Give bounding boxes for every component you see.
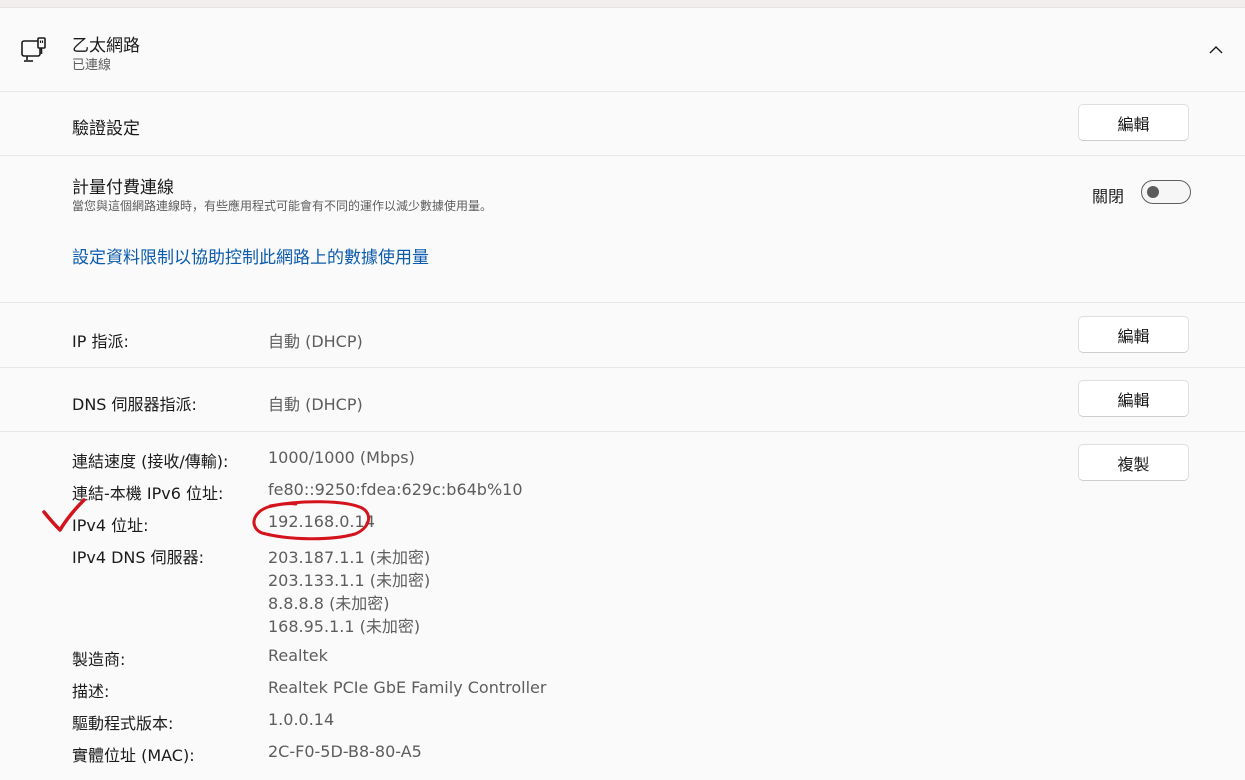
property-value: 2C-F0-5D-B8-80-A5 — [268, 742, 422, 761]
property-label: IPv4 DNS 伺服器: — [72, 548, 205, 567]
copy-button[interactable]: 複製 — [1078, 444, 1189, 481]
auth-edit-button[interactable]: 編輯 — [1078, 104, 1189, 141]
property-value: 203.133.1.1 (未加密) — [268, 571, 431, 590]
property-value: 1000/1000 (Mbps) — [268, 448, 415, 467]
divider — [0, 91, 1245, 92]
data-limit-link[interactable]: 設定資料限制以協助控制此網路上的數據使用量 — [72, 243, 429, 268]
metered-toggle[interactable] — [1141, 180, 1191, 204]
toggle-knob — [1147, 186, 1159, 198]
ethernet-title: 乙太網路 — [72, 36, 140, 56]
property-value: 1.0.0.14 — [268, 710, 335, 729]
property-label: IPv4 位址: — [72, 516, 149, 535]
property-label: 實體位址 (MAC): — [72, 746, 195, 765]
metered-connection-title: 計量付費連線 — [72, 178, 174, 198]
divider — [0, 155, 1245, 156]
property-label: 製造商: — [72, 650, 126, 669]
connection-status: 已連線 — [72, 58, 112, 73]
ipv4-address-value: 192.168.0.14 — [268, 512, 375, 531]
auth-settings-label: 驗證設定 — [72, 119, 140, 139]
property-label: 描述: — [72, 682, 110, 701]
ip-assignment-value: 自動 (DHCP) — [268, 332, 363, 351]
metered-connection-description: 當您與這個網路連線時，有些應用程式可能會有不同的運作以減少數據使用量。 — [72, 199, 493, 213]
metered-toggle-label: 關閉 — [1092, 187, 1125, 206]
divider — [0, 431, 1245, 432]
dns-assignment-label: DNS 伺服器指派: — [72, 395, 197, 414]
property-value: Realtek — [268, 646, 328, 665]
dns-assignment-value: 自動 (DHCP) — [268, 395, 363, 414]
ip-assignment-label: IP 指派: — [72, 332, 129, 351]
property-label: 驅動程式版本: — [72, 714, 174, 733]
property-value: 8.8.8.8 (未加密) — [268, 594, 390, 613]
property-value: fe80::9250:fdea:629c:b64b%10 — [268, 480, 523, 499]
property-label: 連結-本機 IPv6 位址: — [72, 484, 224, 503]
ethernet-icon — [21, 37, 46, 62]
property-value: Realtek PCIe GbE Family Controller — [268, 678, 547, 697]
ip-edit-button[interactable]: 編輯 — [1078, 316, 1189, 353]
top-strip — [0, 0, 1245, 7]
property-label: 連結速度 (接收/傳輸): — [72, 452, 229, 471]
divider — [0, 302, 1245, 303]
property-value: 203.187.1.1 (未加密) — [268, 548, 431, 567]
property-value: 168.95.1.1 (未加密) — [268, 617, 421, 636]
dns-edit-button[interactable]: 編輯 — [1078, 380, 1189, 417]
divider — [0, 367, 1245, 368]
chevron-up-icon[interactable] — [1204, 40, 1228, 60]
